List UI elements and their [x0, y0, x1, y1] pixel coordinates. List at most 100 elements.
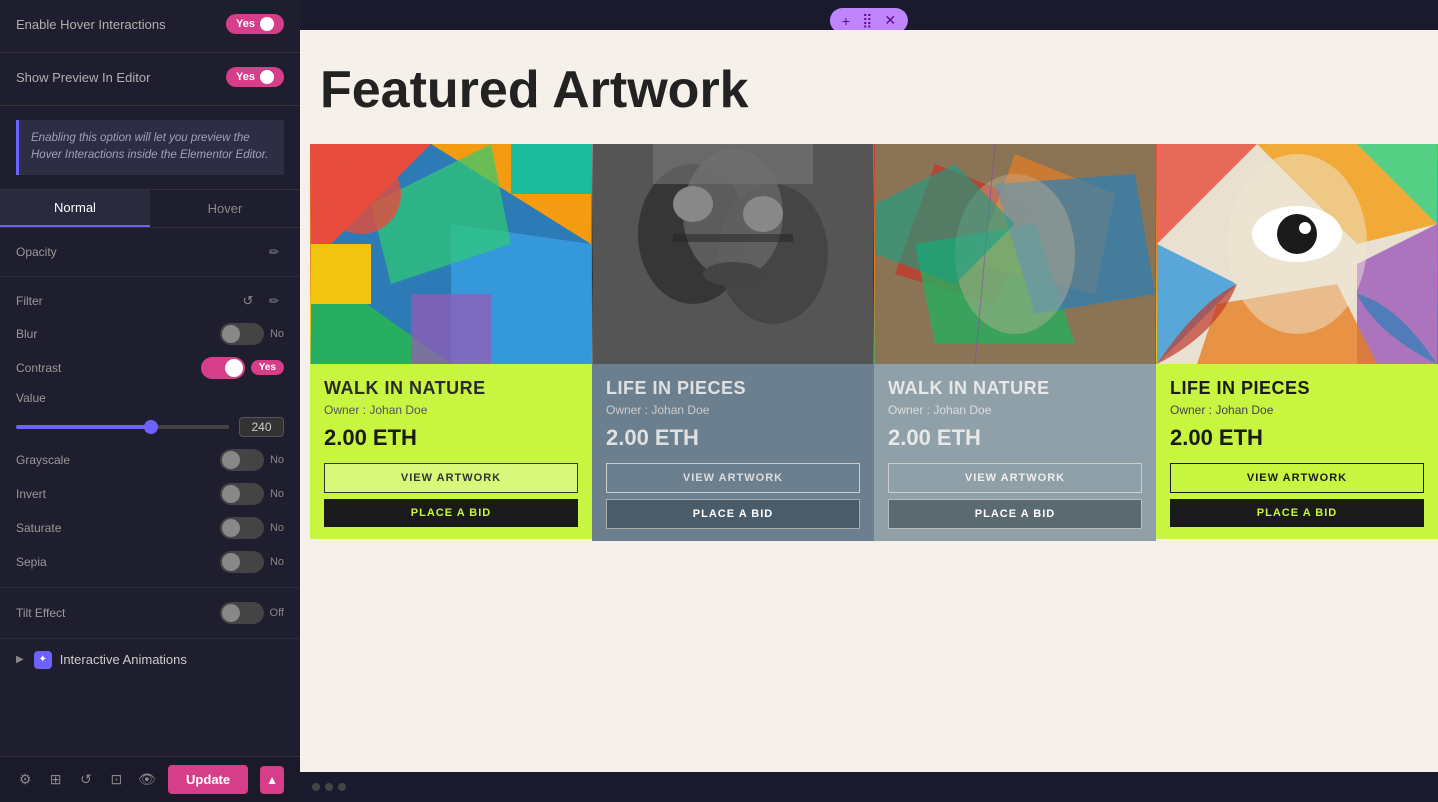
contrast-toggle-container: Yes — [201, 357, 284, 379]
dot-1 — [312, 783, 320, 791]
move-element-btn[interactable]: ⣿ — [860, 12, 874, 29]
show-preview-section: Show Preview In Editor Yes — [0, 53, 300, 106]
state-tabs: Normal Hover — [0, 190, 300, 228]
grayscale-label: Grayscale — [16, 453, 70, 467]
card-image-4 — [1156, 144, 1438, 364]
sepia-toggle[interactable] — [220, 551, 264, 573]
history-icon[interactable]: ↺ — [77, 768, 95, 792]
responsive-icon[interactable]: ⊡ — [107, 768, 125, 792]
animations-section[interactable]: ▶ ✦ Interactive Animations — [0, 639, 300, 681]
artwork-card-3: WALK IN NATURE Owner : Johan Doe 2.00 ET… — [874, 144, 1156, 541]
tab-hover[interactable]: Hover — [150, 190, 300, 227]
sepia-toggle-container: No — [220, 551, 284, 573]
view-artwork-btn-4[interactable]: VIEW ARTWORK — [1170, 463, 1424, 493]
view-artwork-btn-3[interactable]: VIEW ARTWORK — [888, 463, 1142, 493]
card-owner-4: Owner : Johan Doe — [1170, 403, 1424, 417]
opacity-label: Opacity — [16, 245, 57, 259]
filter-actions: ↺ ✏ — [238, 291, 284, 311]
grayscale-value: No — [270, 454, 284, 466]
card-body-3: WALK IN NATURE Owner : Johan Doe 2.00 ET… — [874, 364, 1156, 541]
artwork-card-4: LIFE IN PIECES Owner : Johan Doe 2.00 ET… — [1156, 144, 1438, 541]
info-box-section: Enabling this option will let you previe… — [0, 106, 300, 190]
preview-icon[interactable]: 👁 — [138, 768, 156, 792]
sepia-value: No — [270, 556, 284, 568]
featured-title: Featured Artwork — [310, 60, 1438, 120]
tilt-toggle[interactable] — [220, 602, 264, 624]
artwork-card-2: LIFE IN PIECES Owner : Johan Doe 2.00 ET… — [592, 144, 874, 541]
card-body-2: LIFE IN PIECES Owner : Johan Doe 2.00 ET… — [592, 364, 874, 541]
add-element-btn[interactable]: + — [840, 13, 852, 29]
view-artwork-btn-2[interactable]: VIEW ARTWORK — [606, 463, 860, 493]
settings-icon[interactable]: ⚙ — [16, 768, 34, 792]
card-title-4: LIFE IN PIECES — [1170, 378, 1424, 399]
update-button[interactable]: Update — [168, 765, 248, 794]
contrast-toggle[interactable] — [201, 357, 245, 379]
grayscale-row: Grayscale No — [16, 443, 284, 477]
card-title-1: WALK IN NATURE — [324, 378, 578, 399]
expand-icon: ▶ — [16, 654, 24, 665]
card-image-3 — [874, 144, 1156, 364]
card-price-1: 2.00 ETH — [324, 425, 578, 451]
card-body-4: LIFE IN PIECES Owner : Johan Doe 2.00 ET… — [1156, 364, 1438, 539]
sepia-row: Sepia No — [16, 545, 284, 579]
hover-interactions-label: Enable Hover Interactions — [16, 17, 166, 32]
card-art-4 — [1156, 144, 1438, 364]
invert-label: Invert — [16, 487, 46, 501]
place-bid-btn-1[interactable]: PLACE A BID — [324, 499, 578, 527]
filter-section: Filter ↺ ✏ Blur No Contrast Yes Value — [0, 277, 300, 588]
card-owner-2: Owner : Johan Doe — [606, 403, 860, 417]
blur-value: No — [270, 328, 284, 340]
info-box: Enabling this option will let you previe… — [16, 120, 284, 175]
card-price-4: 2.00 ETH — [1170, 425, 1424, 451]
hover-interactions-row: Enable Hover Interactions Yes — [16, 14, 284, 34]
hover-interactions-toggle[interactable]: Yes — [226, 14, 284, 34]
contrast-value: Yes — [251, 360, 284, 375]
layers-icon[interactable]: ⊞ — [46, 768, 64, 792]
place-bid-btn-4[interactable]: PLACE A BID — [1170, 499, 1424, 527]
blur-toggle[interactable] — [220, 323, 264, 345]
show-preview-toggle[interactable]: Yes — [226, 67, 284, 87]
slider-thumb[interactable] — [144, 420, 158, 434]
opacity-edit-icon[interactable]: ✏ — [264, 242, 284, 262]
card-body-1: WALK IN NATURE Owner : Johan Doe 2.00 ET… — [310, 364, 592, 539]
top-bar: + ⣿ ✕ — [300, 0, 1438, 30]
saturate-row: Saturate No — [16, 511, 284, 545]
invert-value: No — [270, 488, 284, 500]
filter-reset-icon[interactable]: ↺ — [238, 291, 258, 311]
show-preview-label: Show Preview In Editor — [16, 70, 150, 85]
view-artwork-btn-1[interactable]: VIEW ARTWORK — [324, 463, 578, 493]
featured-section: Featured Artwork — [300, 30, 1438, 561]
show-preview-row: Show Preview In Editor Yes — [16, 67, 284, 87]
slider-fill — [16, 425, 148, 429]
place-bid-btn-2[interactable]: PLACE A BID — [606, 499, 860, 529]
place-bid-btn-3[interactable]: PLACE A BID — [888, 499, 1142, 529]
invert-toggle[interactable] — [220, 483, 264, 505]
card-art-1 — [310, 144, 592, 364]
blur-row: Blur No — [16, 317, 284, 351]
saturate-label: Saturate — [16, 521, 61, 535]
bottom-toolbar: ⚙ ⊞ ↺ ⊡ 👁 Update ▲ — [0, 756, 300, 802]
update-chevron[interactable]: ▲ — [260, 766, 284, 794]
contrast-label: Contrast — [16, 361, 61, 375]
saturate-toggle[interactable] — [220, 517, 264, 539]
blur-label: Blur — [16, 327, 37, 341]
sepia-label: Sepia — [16, 555, 47, 569]
tab-normal[interactable]: Normal — [0, 190, 150, 227]
filter-edit-icon[interactable]: ✏ — [264, 291, 284, 311]
tilt-value: Off — [270, 607, 284, 619]
close-element-btn[interactable]: ✕ — [882, 12, 898, 29]
opacity-row: Opacity ✏ — [16, 236, 284, 268]
dot-3 — [338, 783, 346, 791]
tilt-label: Tilt Effect — [16, 606, 65, 620]
opacity-section: Opacity ✏ — [0, 228, 300, 277]
saturate-toggle-container: No — [220, 517, 284, 539]
filter-label: Filter — [16, 294, 43, 308]
canvas-content: Featured Artwork — [300, 30, 1438, 772]
contrast-row: Contrast Yes — [16, 351, 284, 385]
slider-value[interactable]: 240 — [239, 417, 284, 437]
grayscale-toggle[interactable] — [220, 449, 264, 471]
slider-track[interactable] — [16, 425, 229, 429]
invert-toggle-container: No — [220, 483, 284, 505]
grayscale-toggle-container: No — [220, 449, 284, 471]
tilt-toggle-container: Off — [220, 602, 284, 624]
